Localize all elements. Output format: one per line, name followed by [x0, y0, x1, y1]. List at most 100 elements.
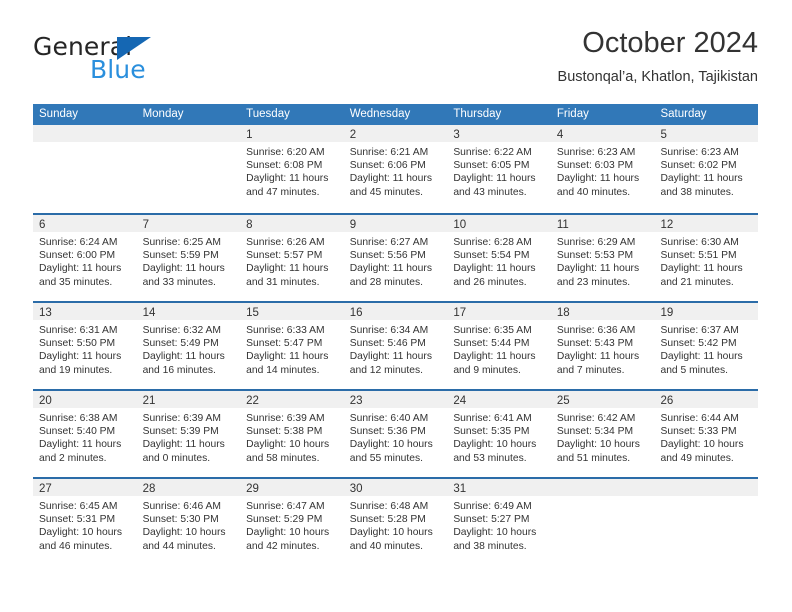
day-number-band: 7	[136, 215, 241, 232]
sunset-time: Sunset: 5:59 PM	[142, 250, 219, 262]
daylight-duration-line1: Daylight: 11 hours	[453, 173, 536, 185]
calendar-day-cell[interactable]: 26 Sunrise: 6:44 AM Sunset: 5:33 PM Dayligh…	[654, 391, 759, 477]
daylight-duration-line1: Daylight: 10 hours	[349, 439, 433, 451]
day-number-band: 8	[240, 215, 344, 232]
page-title: October 2024	[582, 27, 758, 59]
day-number: 9	[349, 219, 357, 231]
calendar-day-cell[interactable]: 20 Sunrise: 6:38 AM Sunset: 5:40 PM Dayligh…	[33, 391, 137, 477]
day-sun-info: Sunrise: 6:26 AM Sunset: 5:57 PM Daylight:…	[240, 232, 344, 289]
calendar-week-row: 13 Sunrise: 6:31 AM Sunset: 5:50 PM Dayligh…	[33, 301, 759, 389]
sunrise-time: Sunrise: 6:36 AM	[556, 325, 636, 336]
calendar-day-cell[interactable]: 10 Sunrise: 6:28 AM Sunset: 5:54 PM Dayligh…	[447, 215, 551, 301]
sunset-time: Sunset: 5:27 PM	[453, 514, 530, 526]
sunset-time: Sunset: 6:06 PM	[349, 160, 426, 172]
calendar-day-cell[interactable]: 29 Sunrise: 6:47 AM Sunset: 5:29 PM Dayligh…	[240, 479, 344, 565]
sunset-time: Sunset: 5:42 PM	[660, 338, 737, 350]
sunset-time: Sunset: 5:50 PM	[39, 338, 116, 350]
calendar-day-cell[interactable]: 8 Sunrise: 6:26 AM Sunset: 5:57 PM Daylight…	[240, 215, 344, 301]
daylight-duration-line1: Daylight: 10 hours	[246, 439, 330, 451]
sunset-time: Sunset: 5:56 PM	[349, 250, 426, 262]
sunset-time: Sunset: 5:57 PM	[246, 250, 323, 262]
calendar-day-cell[interactable]: 9 Sunrise: 6:27 AM Sunset: 5:56 PM Daylight…	[343, 215, 448, 301]
sunset-time: Sunset: 6:05 PM	[453, 160, 530, 172]
calendar-day-cell[interactable]: 21 Sunrise: 6:39 AM Sunset: 5:39 PM Dayligh…	[136, 391, 241, 477]
sunrise-time: Sunrise: 6:32 AM	[142, 325, 221, 336]
daylight-duration-line2: and 45 minutes.	[349, 186, 424, 198]
sunrise-time: Sunrise: 6:23 AM	[660, 147, 739, 158]
daylight-duration-line1: Daylight: 11 hours	[349, 173, 432, 185]
daylight-duration-line2: and 38 minutes.	[453, 540, 527, 552]
calendar-day-cell[interactable]: 24 Sunrise: 6:41 AM Sunset: 5:35 PM Dayligh…	[447, 391, 551, 477]
sunrise-time: Sunrise: 6:21 AM	[349, 147, 429, 158]
day-number-band: 26	[654, 391, 759, 408]
daylight-duration-line1: Daylight: 11 hours	[246, 351, 329, 363]
day-sun-info: Sunrise: 6:39 AM Sunset: 5:38 PM Daylight:…	[240, 408, 344, 465]
day-number-band	[33, 125, 137, 142]
calendar-day-cell[interactable]: 18 Sunrise: 6:36 AM Sunset: 5:43 PM Dayligh…	[550, 303, 655, 389]
sunset-time: Sunset: 5:46 PM	[349, 338, 426, 350]
daylight-duration-line2: and 35 minutes.	[39, 276, 113, 288]
sunrise-time: Sunrise: 6:34 AM	[349, 325, 429, 336]
calendar-day-cell[interactable]: 2 Sunrise: 6:21 AM Sunset: 6:06 PM Daylight…	[343, 125, 448, 213]
calendar-day-cell[interactable]: 25 Sunrise: 6:42 AM Sunset: 5:34 PM Dayligh…	[550, 391, 655, 477]
calendar-day-cell[interactable]: 14 Sunrise: 6:32 AM Sunset: 5:49 PM Dayligh…	[136, 303, 241, 389]
day-number: 22	[246, 395, 259, 407]
sunrise-time: Sunrise: 6:24 AM	[39, 237, 118, 248]
daylight-duration-line1: Daylight: 11 hours	[142, 439, 225, 451]
sunset-time: Sunset: 6:03 PM	[556, 160, 634, 172]
day-number: 5	[660, 129, 667, 141]
calendar-day-cell[interactable]: 16 Sunrise: 6:34 AM Sunset: 5:46 PM Dayligh…	[343, 303, 448, 389]
daylight-duration-line1: Daylight: 11 hours	[349, 263, 432, 275]
day-number: 28	[142, 483, 156, 495]
calendar-day-cell[interactable]: 19 Sunrise: 6:37 AM Sunset: 5:42 PM Dayligh…	[654, 303, 759, 389]
calendar-day-cell[interactable]: 4 Sunrise: 6:23 AM Sunset: 6:03 PM Daylight…	[550, 125, 655, 213]
sunrise-time: Sunrise: 6:37 AM	[660, 325, 739, 336]
calendar-day-cell[interactable]: 22 Sunrise: 6:39 AM Sunset: 5:38 PM Dayligh…	[240, 391, 344, 477]
day-sun-info: Sunrise: 6:25 AM Sunset: 5:59 PM Daylight:…	[137, 232, 241, 289]
sunrise-time: Sunrise: 6:41 AM	[453, 413, 532, 424]
weekday-header-row: Sunday Monday Tuesday Wednesday Thursday…	[33, 104, 758, 125]
calendar-day-cell[interactable]: 11 Sunrise: 6:29 AM Sunset: 5:53 PM Dayligh…	[550, 215, 655, 301]
weekday-header-thursday: Thursday	[453, 108, 502, 120]
calendar-day-cell[interactable]: 1 Sunrise: 6:20 AM Sunset: 6:08 PM Daylight…	[240, 125, 344, 213]
day-number-band: 13	[33, 303, 137, 320]
daylight-duration-line2: and 23 minutes.	[556, 276, 631, 288]
calendar-day-cell[interactable]: 12 Sunrise: 6:30 AM Sunset: 5:51 PM Dayligh…	[654, 215, 759, 301]
sunset-time: Sunset: 5:38 PM	[246, 426, 323, 438]
day-number: 2	[349, 129, 357, 141]
calendar-day-cell[interactable]: 27 Sunrise: 6:45 AM Sunset: 5:31 PM Dayligh…	[33, 479, 137, 565]
sunrise-time: Sunrise: 6:33 AM	[246, 325, 325, 336]
daylight-duration-line1: Daylight: 11 hours	[142, 351, 225, 363]
daylight-duration-line1: Daylight: 10 hours	[39, 527, 122, 539]
calendar-day-cell[interactable]: 30 Sunrise: 6:48 AM Sunset: 5:28 PM Dayligh…	[343, 479, 448, 565]
weekday-header-monday: Monday	[142, 108, 184, 120]
calendar-day-cell[interactable]: 5 Sunrise: 6:23 AM Sunset: 6:02 PM Daylight…	[654, 125, 759, 213]
calendar-day-cell[interactable]: 7 Sunrise: 6:25 AM Sunset: 5:59 PM Daylight…	[136, 215, 241, 301]
sunrise-time: Sunrise: 6:48 AM	[349, 501, 429, 512]
sunset-time: Sunset: 6:08 PM	[246, 160, 323, 172]
day-number: 25	[556, 395, 570, 407]
daylight-duration-line1: Daylight: 10 hours	[453, 439, 537, 451]
sunset-time: Sunset: 5:44 PM	[453, 338, 530, 350]
calendar-day-cell[interactable]: 6 Sunrise: 6:24 AM Sunset: 6:00 PM Daylight…	[33, 215, 137, 301]
sunset-time: Sunset: 5:43 PM	[556, 338, 634, 350]
sunrise-time: Sunrise: 6:30 AM	[660, 237, 739, 248]
generalblue-logo[interactable]: General Blue	[33, 32, 213, 90]
day-number: 17	[453, 307, 467, 319]
calendar-day-cell[interactable]: 17 Sunrise: 6:35 AM Sunset: 5:44 PM Dayligh…	[447, 303, 551, 389]
calendar-day-cell[interactable]: 15 Sunrise: 6:33 AM Sunset: 5:47 PM Dayligh…	[240, 303, 344, 389]
calendar-day-cell[interactable]: 3 Sunrise: 6:22 AM Sunset: 6:05 PM Daylight…	[447, 125, 551, 213]
daylight-duration-line2: and 55 minutes.	[349, 452, 424, 464]
daylight-duration-line1: Daylight: 10 hours	[142, 527, 226, 539]
calendar-day-cell[interactable]: 31 Sunrise: 6:49 AM Sunset: 5:27 PM Dayligh…	[447, 479, 551, 565]
day-number-band: 19	[654, 303, 759, 320]
day-number-band: 9	[343, 215, 448, 232]
calendar-weeks: 1 Sunrise: 6:20 AM Sunset: 6:08 PM Daylight…	[33, 125, 759, 565]
day-number-band: 28	[136, 479, 241, 496]
calendar-empty-cell	[33, 125, 137, 213]
calendar-day-cell[interactable]: 28 Sunrise: 6:46 AM Sunset: 5:30 PM Dayligh…	[136, 479, 241, 565]
day-sun-info: Sunrise: 6:49 AM Sunset: 5:27 PM Daylight:…	[447, 496, 551, 553]
calendar-day-cell[interactable]: 13 Sunrise: 6:31 AM Sunset: 5:50 PM Dayligh…	[33, 303, 137, 389]
calendar-day-cell[interactable]: 23 Sunrise: 6:40 AM Sunset: 5:36 PM Dayligh…	[343, 391, 448, 477]
daylight-duration-line2: and 40 minutes.	[349, 540, 424, 552]
